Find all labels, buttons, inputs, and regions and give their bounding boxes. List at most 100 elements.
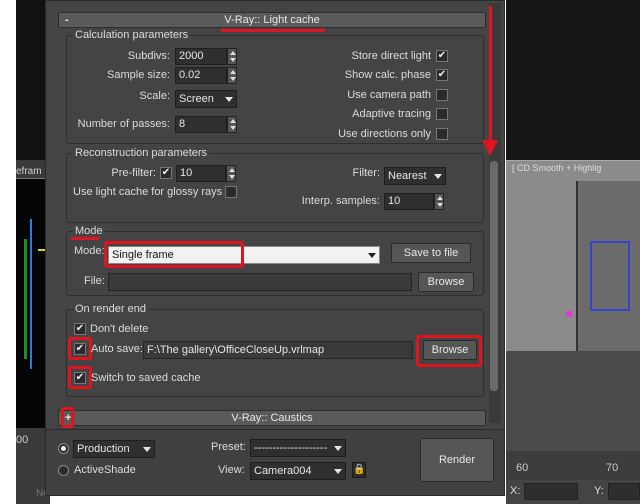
subdivs-label: Subdivs: bbox=[127, 50, 170, 62]
prefilter-checkbox[interactable] bbox=[160, 167, 172, 179]
use-camera-path-checkbox[interactable] bbox=[436, 89, 448, 101]
lock-icon[interactable]: 🔒 bbox=[352, 462, 366, 478]
render-bottom-bar: Production ActiveShade Preset: ---------… bbox=[46, 429, 504, 495]
activeshade-radio[interactable] bbox=[58, 465, 69, 476]
filter-dropdown[interactable]: Nearest bbox=[384, 167, 446, 185]
passes-spinner[interactable]: 8 bbox=[175, 116, 227, 133]
dont-delete-label: Don't delete bbox=[90, 323, 149, 335]
sample-size-label: Sample size: bbox=[107, 69, 170, 81]
chevron-down-icon bbox=[434, 174, 442, 179]
scene-object-marker bbox=[566, 311, 572, 317]
scale-label: Scale: bbox=[139, 90, 170, 102]
ruler-tick-label: 60 bbox=[516, 462, 529, 474]
auto-save-path-field[interactable]: F:\The gallery\OfficeCloseUp.vrlmap bbox=[143, 341, 413, 359]
x-coord-field[interactable] bbox=[524, 483, 578, 500]
sample-size-spinner-arrows[interactable] bbox=[227, 67, 237, 84]
production-radio[interactable] bbox=[58, 443, 69, 454]
annotation-highlight bbox=[104, 241, 244, 268]
filter-value: Nearest bbox=[388, 170, 427, 182]
adaptive-tracing-checkbox[interactable] bbox=[436, 108, 448, 120]
switch-to-saved-cache-label: Switch to saved cache bbox=[91, 372, 201, 384]
scene-floor bbox=[506, 351, 640, 451]
scrollbar-thumb[interactable] bbox=[490, 161, 498, 391]
scale-dropdown[interactable]: Screen bbox=[175, 90, 237, 108]
view-dropdown[interactable]: Camera004 bbox=[250, 462, 346, 480]
coordinate-bar: X: Y: bbox=[506, 480, 640, 504]
use-directions-only-checkbox[interactable] bbox=[436, 128, 448, 140]
passes-spinner-arrows[interactable] bbox=[227, 116, 237, 133]
preset-label: Preset: bbox=[211, 441, 246, 453]
view-label: View: bbox=[218, 464, 245, 476]
y-coord-field[interactable] bbox=[608, 483, 640, 500]
sample-size-spinner[interactable]: 0.02 bbox=[175, 67, 227, 84]
chevron-down-icon bbox=[225, 97, 233, 102]
rollout-title: V-Ray:: Caustics bbox=[231, 412, 313, 424]
group-title: Calculation parameters bbox=[73, 29, 191, 41]
preset-value: -------------------- bbox=[254, 442, 328, 454]
view-value: Camera004 bbox=[254, 465, 312, 477]
interp-samples-spinner[interactable]: 10 bbox=[384, 193, 434, 210]
left-viewport-label: efram bbox=[16, 166, 42, 177]
prefilter-spinner[interactable]: 10 bbox=[176, 165, 226, 182]
camera-viewport[interactable] bbox=[506, 160, 640, 451]
light-cache-rollout-header[interactable]: - V-Ray:: Light cache bbox=[58, 12, 486, 28]
rollout-title: V-Ray:: Light cache bbox=[224, 14, 320, 26]
annotation-highlight bbox=[68, 366, 92, 389]
preset-dropdown[interactable]: -------------------- bbox=[250, 439, 346, 457]
mode-label: Mode: bbox=[74, 245, 105, 257]
caustics-rollout-header[interactable]: + V-Ray:: Caustics bbox=[58, 410, 486, 426]
filter-label: Filter: bbox=[352, 167, 381, 179]
chevron-down-icon bbox=[368, 253, 376, 258]
right-top-viewport bbox=[506, 0, 640, 160]
group-title: Reconstruction parameters bbox=[73, 147, 210, 159]
viewport-shading-label[interactable]: [ CD Smooth + Highlig bbox=[512, 163, 601, 173]
file-path-field[interactable] bbox=[108, 273, 412, 291]
right-viewport-pane bbox=[506, 0, 640, 504]
production-dropdown[interactable]: Production bbox=[73, 440, 155, 458]
scale-value: Screen bbox=[179, 93, 214, 105]
subdivs-spinner[interactable]: 2000 bbox=[175, 48, 227, 65]
store-direct-light-label: Store direct light bbox=[351, 50, 431, 62]
glossy-rays-label: Use light cache for glossy rays bbox=[73, 186, 223, 198]
interp-samples-spinner-arrows[interactable] bbox=[434, 193, 444, 210]
chevron-down-icon bbox=[334, 469, 342, 474]
ruler-tick-label: 70 bbox=[606, 462, 619, 474]
save-to-file-button[interactable]: Save to file bbox=[391, 243, 471, 263]
show-calc-phase-checkbox[interactable] bbox=[436, 69, 448, 81]
adaptive-tracing-label: Adaptive tracing bbox=[352, 108, 431, 120]
annotation-underline bbox=[221, 29, 325, 32]
use-directions-only-label: Use directions only bbox=[338, 128, 431, 140]
annotation-arrowhead bbox=[482, 140, 498, 156]
dont-delete-checkbox[interactable] bbox=[74, 323, 86, 335]
chevron-down-icon bbox=[143, 447, 151, 452]
annotation-arrow bbox=[489, 6, 492, 146]
group-title: On render end bbox=[73, 303, 148, 315]
store-direct-light-checkbox[interactable] bbox=[436, 50, 448, 62]
activeshade-label: ActiveShade bbox=[74, 464, 136, 476]
prefilter-spinner-arrows[interactable] bbox=[226, 165, 236, 182]
collapse-icon[interactable]: - bbox=[65, 13, 69, 27]
interp-samples-label: Interp. samples: bbox=[301, 195, 380, 207]
production-value: Production bbox=[77, 443, 130, 455]
subdivs-spinner-arrows[interactable] bbox=[227, 48, 237, 65]
viewport-geometry-line bbox=[24, 239, 27, 359]
timeline-ruler: 60 70 bbox=[506, 458, 640, 478]
use-camera-path-label: Use camera path bbox=[347, 89, 431, 101]
render-button[interactable]: Render bbox=[420, 438, 494, 482]
annotation-underline bbox=[71, 237, 99, 240]
y-coord-label: Y: bbox=[594, 485, 604, 497]
annotation-highlight bbox=[416, 335, 482, 367]
annotation-highlight bbox=[68, 337, 92, 360]
glossy-rays-checkbox[interactable] bbox=[225, 186, 237, 198]
chevron-down-icon bbox=[334, 446, 342, 451]
scene-window-frame bbox=[590, 241, 630, 311]
file-label: File: bbox=[84, 275, 105, 287]
prefilter-label: Pre-filter: bbox=[111, 167, 156, 179]
viewport-geometry-line bbox=[30, 219, 32, 369]
passes-label: Number of passes: bbox=[77, 118, 170, 130]
render-setup-dialog: - V-Ray:: Light cache Calculation parame… bbox=[45, 0, 505, 496]
left-ruler-number: 00 bbox=[16, 434, 29, 446]
file-browse-button[interactable]: Browse bbox=[418, 272, 474, 292]
group-title: Mode bbox=[73, 225, 105, 237]
show-calc-phase-label: Show calc. phase bbox=[344, 69, 431, 81]
